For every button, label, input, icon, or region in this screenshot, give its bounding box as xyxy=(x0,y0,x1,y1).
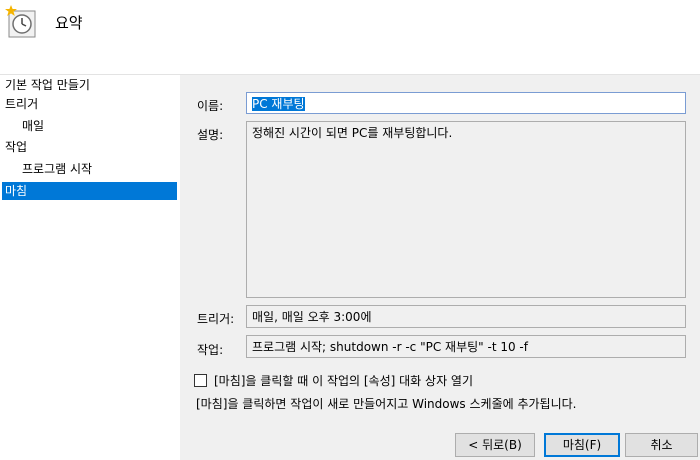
nav-step-action[interactable]: 작업 xyxy=(2,138,177,156)
nav-step-start-program[interactable]: 프로그램 시작 xyxy=(2,160,177,178)
wizard-steps-nav: 기본 작업 만들기 트리거 매일 작업 프로그램 시작 마침 xyxy=(0,75,180,460)
action-label: 작업: xyxy=(197,343,224,357)
description-box[interactable]: 정해진 시간이 되면 PC를 재부팅합니다. xyxy=(246,121,686,298)
name-input-value: PC 재부팅 xyxy=(252,97,305,111)
finish-note: [마침]을 클릭하면 작업이 새로 만들어지고 Windows 스케줄에 추가됩… xyxy=(196,397,577,411)
open-properties-checkbox[interactable] xyxy=(194,373,207,387)
page-title: 요약 xyxy=(55,14,83,32)
cancel-button[interactable]: 취소 xyxy=(625,433,698,457)
open-properties-option[interactable]: [마침]을 클릭할 때 이 작업의 [속성] 대화 상자 열기 xyxy=(194,372,473,388)
finish-button[interactable]: 마침(F) xyxy=(544,433,620,457)
wizard-header: 요약 xyxy=(0,0,700,74)
trigger-label: 트리거: xyxy=(197,312,235,326)
trigger-summary: 매일, 매일 오후 3:00에 xyxy=(246,305,686,328)
description-label: 설명: xyxy=(197,128,224,142)
trigger-value: 매일, 매일 오후 3:00에 xyxy=(252,310,372,324)
nav-step-trigger[interactable]: 트리거 xyxy=(2,95,177,113)
open-properties-label: [마침]을 클릭할 때 이 작업의 [속성] 대화 상자 열기 xyxy=(214,373,474,388)
action-summary: 프로그램 시작; shutdown -r -c "PC 재부팅" -t 10 -… xyxy=(246,335,686,358)
task-clock-icon xyxy=(5,5,36,38)
description-value: 정해진 시간이 되면 PC를 재부팅합니다. xyxy=(252,126,453,140)
nav-step-create-basic-task[interactable]: 기본 작업 만들기 xyxy=(2,76,177,94)
nav-step-daily[interactable]: 매일 xyxy=(2,117,177,135)
action-value: 프로그램 시작; shutdown -r -c "PC 재부팅" -t 10 -… xyxy=(252,340,528,354)
back-button[interactable]: < 뒤로(B) xyxy=(455,433,535,457)
name-input[interactable]: PC 재부팅 xyxy=(246,92,686,114)
nav-step-finish[interactable]: 마침 xyxy=(2,182,177,200)
name-label: 이름: xyxy=(197,99,224,113)
